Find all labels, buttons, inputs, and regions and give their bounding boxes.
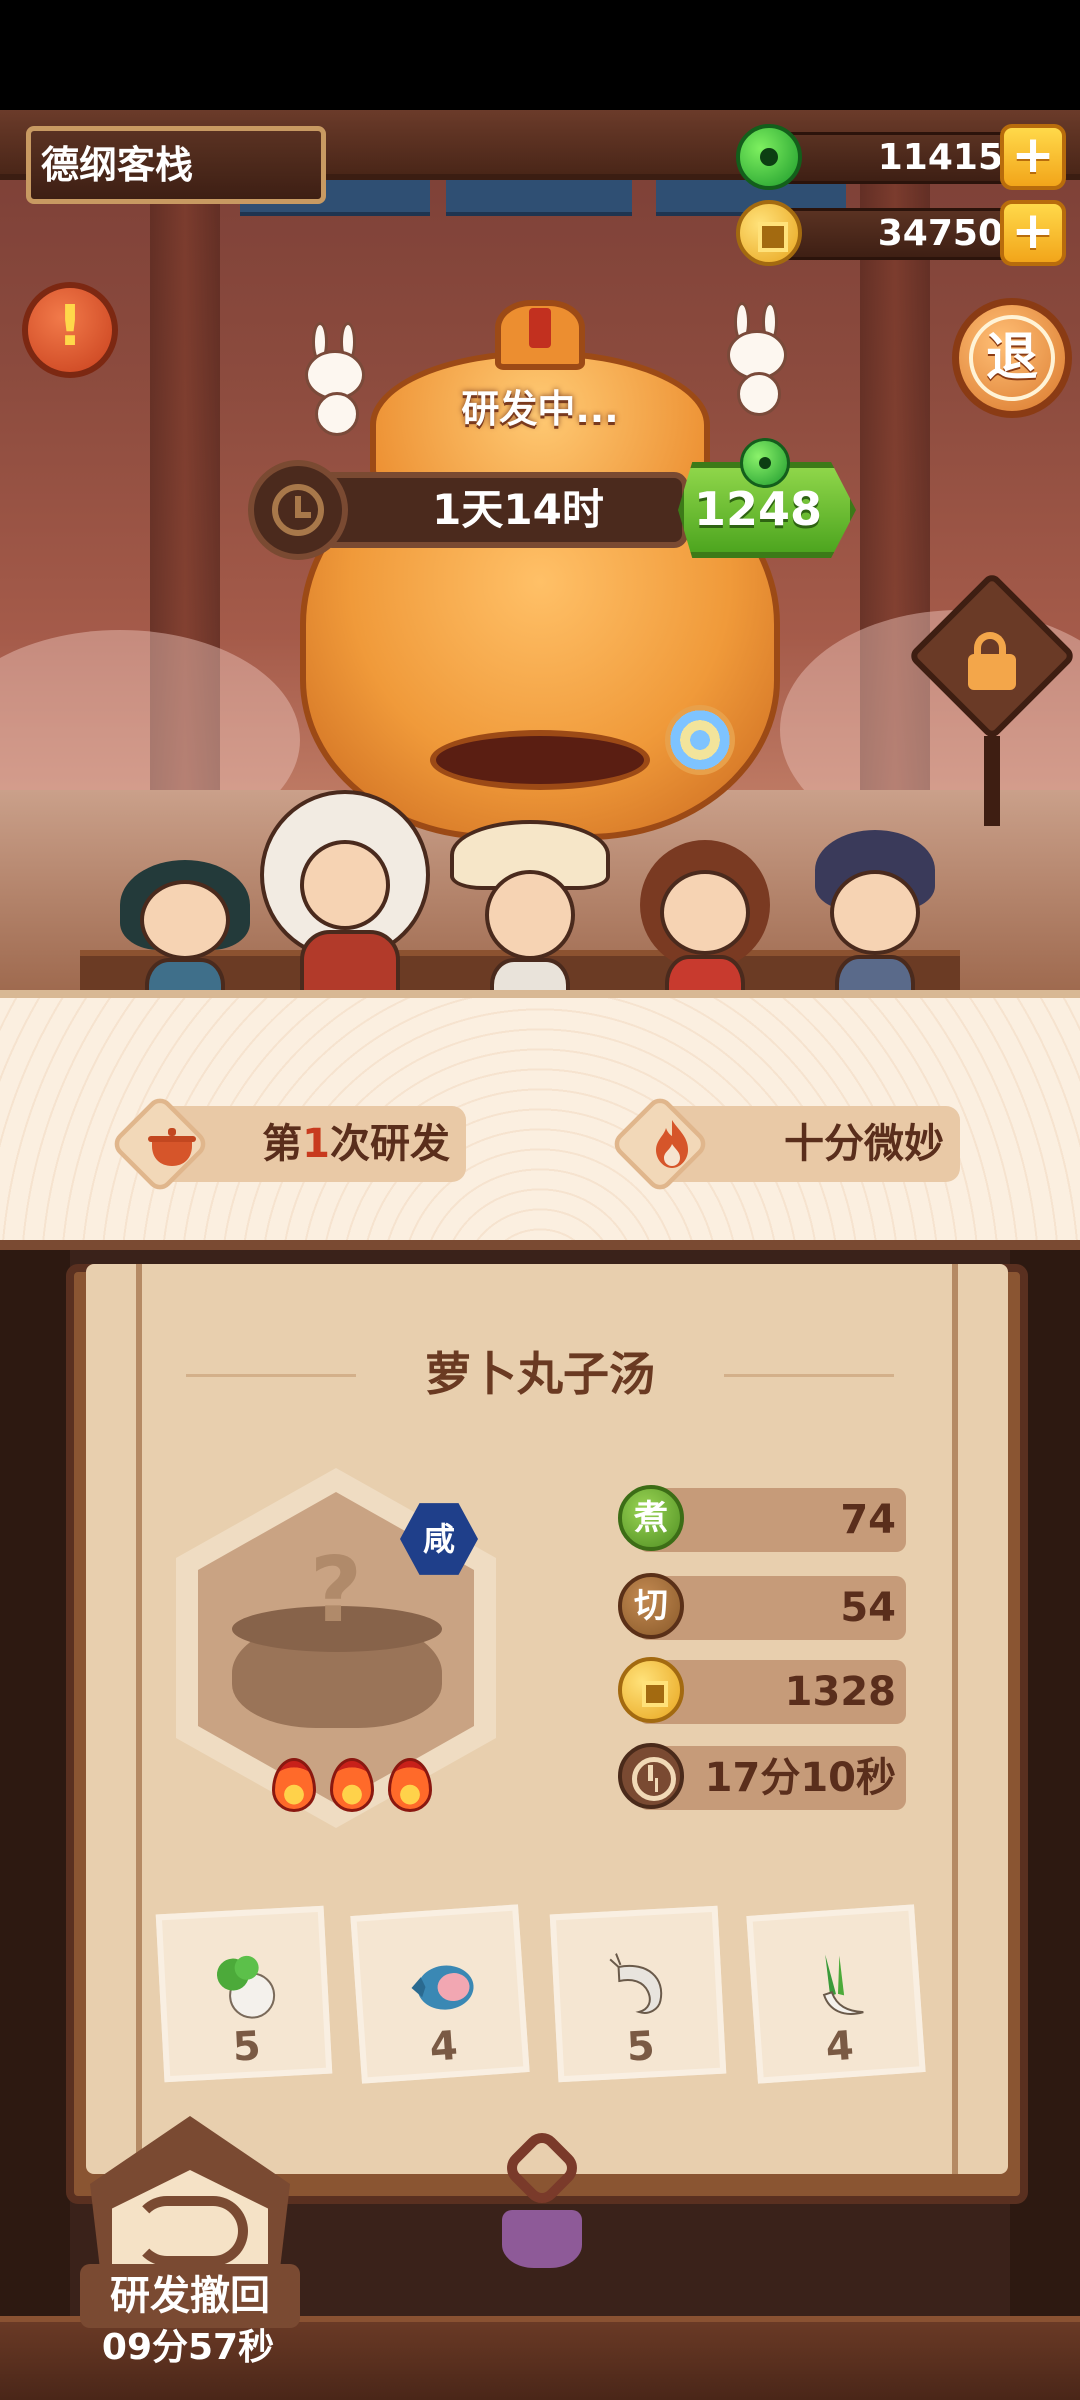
boil-icon: 煮 <box>618 1485 684 1551</box>
inn-name: 德纲客栈 <box>26 126 326 204</box>
clock-icon <box>618 1743 684 1809</box>
ingredient-slot[interactable]: 4 <box>350 1904 530 2084</box>
ingredient-slot[interactable]: 5 <box>155 1905 333 2083</box>
stat-cook-time: 17分10秒 <box>618 1743 906 1810</box>
character-2 <box>240 780 440 990</box>
unlock-sign[interactable] <box>907 571 1077 826</box>
add-jade-button[interactable]: + <box>1000 124 1066 190</box>
chef-characters <box>0 790 1080 990</box>
recipe-name: 萝卜丸子汤 <box>425 1347 655 1401</box>
unlocked-padlock-icon <box>964 632 1020 690</box>
exit-label: 退 <box>969 315 1055 401</box>
flame-icon <box>272 1758 316 1812</box>
time-remaining: 1天14时 <box>318 472 688 548</box>
stat-boil: 74 煮 <box>618 1485 906 1552</box>
shrimp-icon <box>609 1952 663 2014</box>
stat-cut: 54 切 <box>618 1573 906 1640</box>
window-curtain <box>446 180 632 216</box>
character-3 <box>450 800 610 990</box>
flame-icon <box>656 1120 688 1168</box>
coin-amount: 34750 <box>772 208 1022 260</box>
status-bar <box>0 0 1080 110</box>
exit-button[interactable]: 退 <box>952 298 1072 418</box>
speedup-button[interactable]: 1248 <box>678 438 856 562</box>
swirl-ornament <box>665 705 735 775</box>
undo-arrow-icon <box>132 2196 248 2266</box>
flame-icon <box>388 1758 432 1812</box>
character-5 <box>810 810 940 990</box>
radish-icon <box>216 1955 276 2019</box>
recall-countdown: 09分57秒 <box>101 2327 275 2368</box>
coin-icon <box>618 1657 684 1723</box>
flame-icon <box>330 1758 374 1812</box>
jade-amount: 11415 <box>772 132 1022 184</box>
character-4 <box>630 810 780 990</box>
research-timer: 1天14时 <box>248 460 688 560</box>
cut-icon: 切 <box>618 1573 684 1639</box>
research-hint: 十分微妙 <box>609 1093 960 1195</box>
add-coins-button[interactable]: + <box>1000 200 1066 266</box>
clock-icon <box>248 460 348 560</box>
jade-icon <box>740 438 790 488</box>
jade-currency: 11415 + <box>736 124 1070 190</box>
research-status: 研发中... <box>461 387 619 431</box>
difficulty-flames <box>262 1758 462 1818</box>
character-1 <box>110 840 260 990</box>
exclamation-icon: ! <box>57 294 83 359</box>
chinese-knot-ornament <box>492 2125 592 2268</box>
alert-button[interactable]: ! <box>22 282 118 378</box>
ingredient-slot[interactable]: 5 <box>549 1905 727 2083</box>
pot-icon <box>148 1128 196 1166</box>
research-info-strip: 第1次研发 十分微妙 <box>0 990 1080 1250</box>
coin-icon <box>736 200 802 266</box>
attempt-count: 第1次研发 <box>109 1093 466 1195</box>
recall-research-button[interactable]: 研发撤回 <box>80 2116 300 2336</box>
coin-currency: 34750 + <box>736 200 1070 266</box>
meat-icon <box>411 1965 474 2010</box>
ingredient-list: 5 4 5 4 <box>155 1904 940 2090</box>
jade-icon <box>736 124 802 190</box>
ingredient-slot[interactable]: 4 <box>746 1904 926 2084</box>
stat-price: 1328 <box>618 1657 906 1724</box>
scallion-icon <box>822 1954 864 2015</box>
speedup-cost: 1248 <box>693 482 823 536</box>
